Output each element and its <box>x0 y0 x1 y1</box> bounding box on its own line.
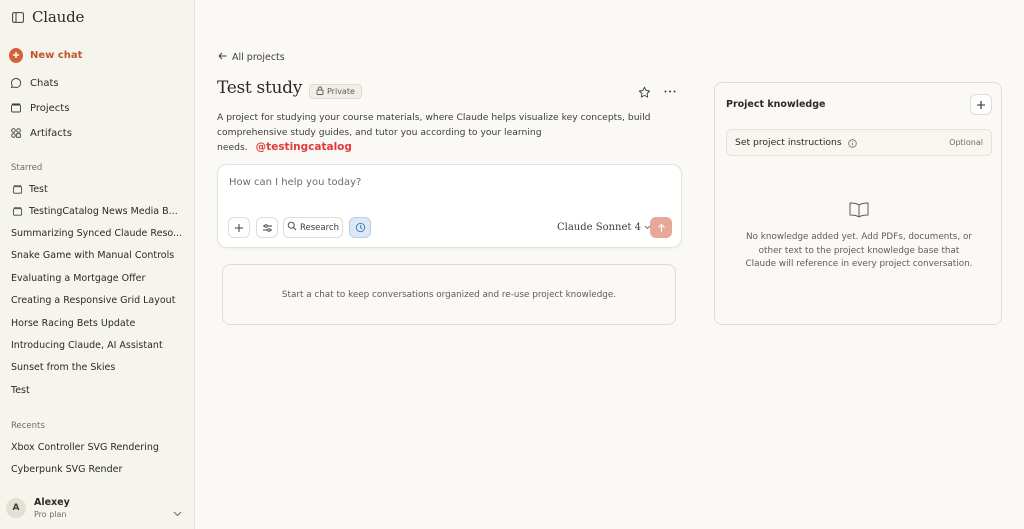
sidebar-toggle-icon[interactable] <box>11 10 25 24</box>
starred-item-test-project[interactable]: Test <box>11 183 48 195</box>
knowledge-empty-text: No knowledge added yet. Add PDFs, docume… <box>745 232 973 269</box>
arrow-up-icon <box>657 223 665 232</box>
starred-chat-item[interactable]: Summarizing Synced Claude Reso... <box>11 228 182 239</box>
empty-conversations-box: Start a chat to keep conversations organ… <box>222 264 676 325</box>
chevron-down-icon <box>173 502 182 521</box>
lock-icon <box>316 86 324 97</box>
model-selector[interactable]: Claude Sonnet 4 <box>557 222 651 233</box>
starred-item-label: Test <box>29 183 48 195</box>
user-name: Alexey <box>34 497 70 508</box>
sidebar: Claude New chat Chats Projects Artifacts… <box>0 0 195 529</box>
add-knowledge-button[interactable] <box>970 94 992 115</box>
brand-logo-text[interactable]: Claude <box>32 8 84 26</box>
badge-label: Private <box>327 87 355 96</box>
more-options-button[interactable] <box>663 84 677 98</box>
folder-icon <box>9 101 23 115</box>
research-label: Research <box>300 222 339 233</box>
chat-composer[interactable]: How can I help you today? Research Claud… <box>217 164 682 248</box>
plus-icon <box>977 100 985 109</box>
artifacts-grid-icon <box>9 126 23 140</box>
all-projects-link[interactable]: All projects <box>218 52 285 63</box>
starred-chat-item[interactable]: Test <box>11 385 30 396</box>
plus-icon <box>235 223 243 232</box>
starred-chat-item[interactable]: Sunset from the Skies <box>11 362 115 373</box>
starred-chat-item[interactable]: Horse Racing Bets Update <box>11 318 135 329</box>
new-chat-button[interactable]: New chat <box>9 46 82 64</box>
sliders-icon <box>262 223 272 232</box>
info-icon <box>847 133 857 152</box>
recents-heading: Recents <box>11 421 45 431</box>
clock-icon <box>355 222 365 233</box>
instructions-label: Set project instructions <box>735 137 842 148</box>
starred-chat-item[interactable]: Snake Game with Manual Controls <box>11 250 174 261</box>
empty-conversations-text: Start a chat to keep conversations organ… <box>281 289 617 300</box>
model-label: Claude Sonnet 4 <box>557 222 641 233</box>
nav-artifacts[interactable]: Artifacts <box>9 124 72 142</box>
starred-chat-item[interactable]: Introducing Claude, AI Assistant <box>11 340 163 351</box>
star-icon <box>638 86 651 98</box>
star-button[interactable] <box>638 84 652 98</box>
page-title: Test study <box>217 78 303 98</box>
composer-input[interactable]: How can I help you today? <box>229 177 361 188</box>
avatar: A <box>6 498 26 518</box>
plus-circle-icon <box>9 47 23 63</box>
starred-item-label: TestingCatalog News Media B... <box>29 205 178 217</box>
nav-label: Artifacts <box>30 127 72 139</box>
nav-label: Chats <box>30 77 59 89</box>
optional-tag: Optional <box>949 138 983 147</box>
starred-heading: Starred <box>11 163 43 173</box>
search-icon <box>287 221 297 234</box>
starred-chat-item[interactable]: Evaluating a Mortgage Offer <box>11 273 145 284</box>
user-menu-button[interactable]: A Alexey Pro plan <box>6 495 190 521</box>
research-button[interactable]: Research <box>283 217 343 238</box>
project-description: A project for studying your course mater… <box>217 110 677 155</box>
folder-icon <box>11 183 23 195</box>
tools-button[interactable] <box>256 217 278 238</box>
nav-chats[interactable]: Chats <box>9 74 59 92</box>
back-label: All projects <box>232 52 285 63</box>
recent-chat-item[interactable]: Xbox Controller SVG Rendering <box>11 442 159 453</box>
recent-chat-item[interactable]: Cyberpunk SVG Render <box>11 464 122 475</box>
starred-chat-item[interactable]: Creating a Responsive Grid Layout <box>11 295 175 306</box>
user-plan: Pro plan <box>34 510 67 519</box>
set-instructions-button[interactable]: Set project instructions Optional <box>726 129 992 156</box>
add-attachment-button[interactable] <box>228 217 250 238</box>
chat-bubble-icon <box>9 76 23 90</box>
new-chat-label: New chat <box>30 49 83 61</box>
starred-item-testingcatalog[interactable]: TestingCatalog News Media B... <box>11 205 178 217</box>
nav-projects[interactable]: Projects <box>9 99 69 117</box>
sidebar-header: Claude <box>11 8 84 26</box>
knowledge-title: Project knowledge <box>726 99 826 110</box>
folder-icon <box>11 205 23 217</box>
arrow-left-icon <box>218 52 227 63</box>
project-knowledge-panel: Project knowledge Set project instructio… <box>714 82 1002 325</box>
send-button[interactable] <box>650 217 672 238</box>
book-open-icon <box>848 201 870 223</box>
ellipsis-icon <box>664 90 676 92</box>
watermark-handle: @testingcatalog <box>255 141 352 153</box>
extended-thinking-toggle[interactable] <box>349 217 371 238</box>
nav-label: Projects <box>30 102 70 114</box>
private-badge: Private <box>309 84 362 99</box>
